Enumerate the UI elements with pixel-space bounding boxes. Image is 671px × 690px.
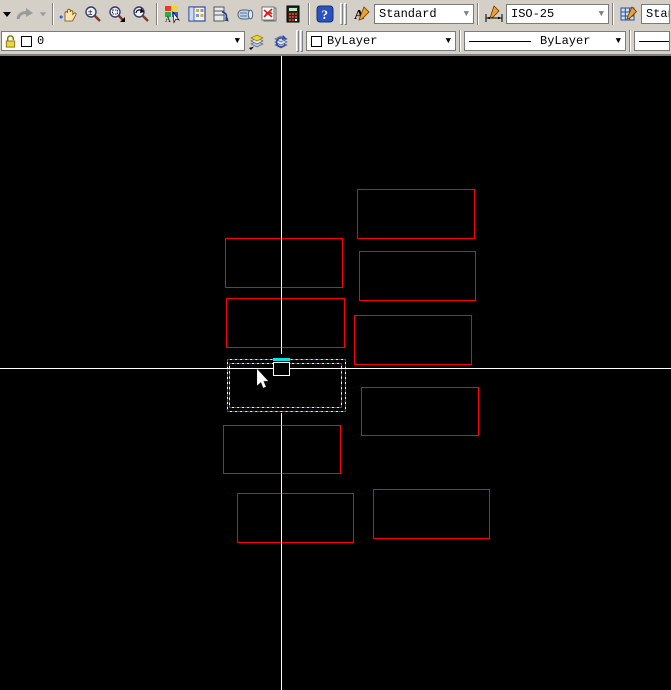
- zoom-window-icon[interactable]: [105, 2, 129, 26]
- chevron-down-icon[interactable]: ▼: [231, 36, 244, 46]
- separator: [308, 3, 310, 25]
- rectangle-entity[interactable]: [226, 298, 345, 348]
- separator: [629, 30, 631, 52]
- toolbar-grip[interactable]: [296, 30, 303, 52]
- text-style-combo[interactable]: Standard ▼: [374, 4, 474, 24]
- separator: [612, 3, 614, 25]
- make-object-layer-current-icon[interactable]: [245, 29, 269, 53]
- dim-style-combo[interactable]: ISO-25 ▼: [506, 4, 609, 24]
- drawing-canvas[interactable]: [0, 56, 671, 690]
- rectangle-entity[interactable]: [354, 315, 472, 365]
- chevron-down-icon[interactable]: ▼: [612, 36, 625, 46]
- lineweight-sample: [639, 41, 670, 42]
- pan-icon[interactable]: [57, 2, 81, 26]
- layer-color-swatch: [21, 36, 32, 47]
- rectangle-entity[interactable]: [361, 387, 479, 436]
- lineweight-combo[interactable]: [634, 31, 670, 51]
- svg-text:±: ±: [88, 8, 93, 17]
- separator: [459, 30, 461, 52]
- tool-palettes-icon[interactable]: [209, 2, 233, 26]
- designcenter-icon[interactable]: [185, 2, 209, 26]
- separator: [52, 3, 54, 25]
- selection-highlight: [273, 358, 290, 361]
- redo-overflow-icon[interactable]: [37, 2, 49, 26]
- text-style-icon[interactable]: A: [350, 2, 374, 26]
- undo-overflow-icon[interactable]: [1, 2, 13, 26]
- linetype-value: ByLayer: [540, 34, 590, 48]
- layer-name: 0: [37, 34, 44, 48]
- dim-style-icon[interactable]: [482, 2, 506, 26]
- linetype-combo[interactable]: ByLayer ▼: [464, 31, 626, 51]
- chevron-down-icon[interactable]: ▼: [442, 36, 455, 46]
- linetype-sample: [469, 41, 531, 42]
- pickbox: [273, 362, 290, 376]
- layer-previous-icon[interactable]: [269, 29, 293, 53]
- layer-combo[interactable]: 0 ▼: [1, 31, 245, 51]
- svg-text:A: A: [165, 15, 171, 24]
- separator: [156, 3, 158, 25]
- toolbar-grip[interactable]: [340, 3, 347, 25]
- zoom-realtime-icon[interactable]: ±: [81, 2, 105, 26]
- markup-set-manager-icon[interactable]: [257, 2, 281, 26]
- separator: [477, 3, 479, 25]
- table-style-icon[interactable]: [617, 2, 641, 26]
- standard-toolbar: ±: [0, 0, 671, 28]
- chevron-down-icon[interactable]: ▼: [460, 9, 473, 19]
- rectangle-entity[interactable]: [373, 489, 490, 539]
- properties-icon[interactable]: A: [161, 2, 185, 26]
- redo-icon[interactable]: [13, 2, 37, 26]
- sheet-set-manager-icon[interactable]: [233, 2, 257, 26]
- rectangle-entity[interactable]: [359, 251, 476, 301]
- quickcalc-icon[interactable]: [281, 2, 305, 26]
- color-swatch: [311, 36, 322, 47]
- layer-lock-icon: [3, 33, 18, 49]
- rectangle-entity[interactable]: [357, 189, 475, 239]
- color-combo[interactable]: ByLayer ▼: [306, 31, 456, 51]
- help-icon[interactable]: ?: [313, 2, 337, 26]
- text-style-value: Standard: [379, 7, 437, 21]
- table-style-combo[interactable]: Standard: [641, 4, 670, 24]
- zoom-previous-icon[interactable]: [129, 2, 153, 26]
- rectangle-entity[interactable]: [225, 238, 343, 288]
- autocad-window: ±: [0, 0, 671, 690]
- chevron-down-icon[interactable]: ▼: [595, 9, 608, 19]
- rectangle-entity[interactable]: [237, 493, 354, 543]
- dim-style-value: ISO-25: [511, 7, 554, 21]
- rectangle-entity[interactable]: [223, 425, 341, 474]
- color-value: ByLayer: [327, 34, 377, 48]
- mouse-cursor-icon: [257, 369, 269, 389]
- table-style-value: Standard: [646, 7, 670, 21]
- svg-text:?: ?: [322, 7, 329, 22]
- layers-properties-toolbar: 0 ▼ ByLayer ▼: [0, 28, 671, 56]
